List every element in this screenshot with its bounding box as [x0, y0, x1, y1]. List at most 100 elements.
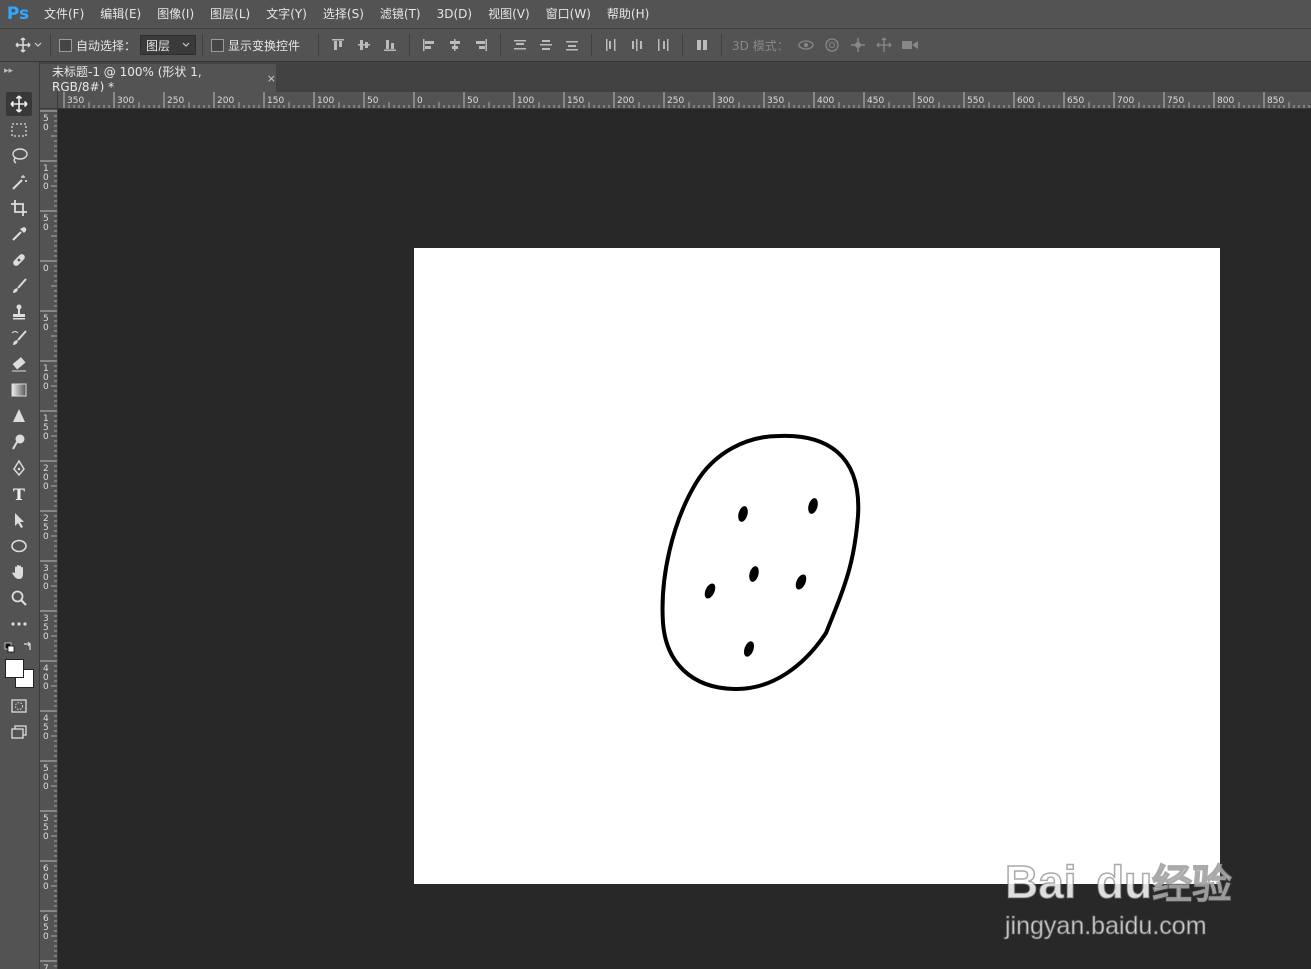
document-tab-bar: 未标题-1 @ 100% (形状 1, RGB/8#) * × [0, 62, 1311, 94]
svg-text:T: T [13, 485, 25, 503]
ruler-label: 700 [1117, 96, 1134, 106]
menu-file[interactable]: 文件(F) [36, 0, 92, 28]
lasso-tool-icon[interactable] [6, 144, 32, 168]
history-brush-tool-icon[interactable] [6, 326, 32, 350]
align-top-icon[interactable] [329, 36, 347, 54]
auto-select-checkbox[interactable] [59, 38, 72, 52]
vertical-ruler[interactable]: 5010050050100150200250300350400450500550… [40, 109, 58, 969]
eraser-tool-icon[interactable] [6, 352, 32, 376]
foreground-color-swatch[interactable] [5, 659, 24, 678]
auto-select-value: 图层 [146, 38, 171, 53]
menu-filter[interactable]: 滤镜(T) [372, 0, 429, 28]
show-transform-checkbox[interactable] [211, 38, 225, 52]
ruler-label: 400 [817, 96, 834, 106]
ruler-label: 0 [43, 932, 49, 942]
document-canvas[interactable] [414, 248, 1220, 884]
more-tools-icon[interactable] [6, 612, 32, 636]
pen-tool-icon[interactable] [6, 456, 32, 480]
options-bar: 自动选择： 图层 显示变换控件 3D 模式： [0, 28, 1311, 62]
panel-grip-icon[interactable]: ▸▸ [4, 66, 13, 76]
ruler-label: 0 [43, 882, 49, 892]
align-left-icon[interactable] [420, 36, 438, 54]
baidu-jingyan-watermark: Bai du 经验 jingyan.baidu.com [1000, 828, 1300, 948]
ruler-label: 0 [43, 632, 49, 642]
distribute-right-icon[interactable] [654, 36, 672, 54]
move-tool-preset-icon[interactable] [14, 36, 44, 54]
auto-select-dropdown[interactable]: 图层 [140, 35, 197, 55]
align-bottom-icon[interactable] [381, 36, 399, 54]
3d-scale-icon[interactable] [901, 36, 919, 54]
default-colors-icon[interactable] [4, 642, 16, 657]
move-tool-icon[interactable] [6, 92, 32, 116]
distribute-top-icon[interactable] [511, 36, 529, 54]
menu-layer[interactable]: 图层(L) [202, 0, 258, 28]
distribute-vcenter-icon[interactable] [537, 36, 555, 54]
menu-edit[interactable]: 编辑(E) [92, 0, 149, 28]
ruler-label: 0 [43, 264, 49, 274]
ruler-label: 0 [43, 182, 49, 192]
distribute-hcenter-icon[interactable] [628, 36, 646, 54]
path-selection-tool-icon[interactable] [6, 508, 32, 532]
menu-window[interactable]: 窗口(W) [538, 0, 599, 28]
dodge-tool-icon[interactable] [6, 430, 32, 454]
3d-slide-icon[interactable] [875, 36, 893, 54]
brush-tool-icon[interactable] [6, 274, 32, 298]
ruler-label: 650 [1067, 96, 1084, 106]
ruler-label: 0 [43, 682, 49, 692]
3d-orbit-icon[interactable] [797, 36, 815, 54]
screen-mode-icon[interactable] [6, 720, 32, 744]
separator [202, 34, 204, 56]
blur-tool-icon[interactable] [6, 404, 32, 428]
hand-tool-icon[interactable] [6, 560, 32, 584]
clone-stamp-tool-icon[interactable] [6, 300, 32, 324]
document-tab[interactable]: 未标题-1 @ 100% (形状 1, RGB/8#) * × [40, 64, 276, 94]
gradient-tool-icon[interactable] [6, 378, 32, 402]
ruler-label: 550 [967, 96, 984, 106]
ruler-label: 0 [43, 832, 49, 842]
eyedropper-tool-icon[interactable] [6, 222, 32, 246]
ruler-label: 100 [317, 96, 334, 106]
menu-3d[interactable]: 3D(D) [429, 0, 480, 28]
magic-wand-tool-icon[interactable] [6, 170, 32, 194]
ruler-label: 350 [767, 96, 784, 106]
menu-type[interactable]: 文字(Y) [258, 0, 315, 28]
ruler-label: 150 [567, 96, 584, 106]
distribute-left-icon[interactable] [602, 36, 620, 54]
auto-align-icon[interactable] [693, 36, 711, 54]
menu-select[interactable]: 选择(S) [315, 0, 372, 28]
potato-outline-shape [660, 433, 861, 692]
quick-mask-icon[interactable] [6, 694, 32, 718]
menu-help[interactable]: 帮助(H) [599, 0, 657, 28]
ruler-label: 350 [67, 96, 84, 106]
distribute-bottom-icon[interactable] [563, 36, 581, 54]
ruler-label: 0 [43, 123, 49, 133]
close-icon[interactable]: × [267, 72, 276, 85]
ruler-label: 7 [43, 964, 49, 969]
crop-tool-icon[interactable] [6, 196, 32, 220]
menu-image[interactable]: 图像(I) [149, 0, 202, 28]
menu-view[interactable]: 视图(V) [480, 0, 538, 28]
align-right-icon[interactable] [472, 36, 490, 54]
align-hcenter-icon[interactable] [446, 36, 464, 54]
ruler-origin[interactable] [40, 92, 58, 109]
marquee-tool-icon[interactable] [6, 118, 32, 142]
separator [50, 34, 51, 56]
potato-eye-3 [749, 566, 759, 582]
horizontal-ruler[interactable]: 350 300 250 200 150 100 50 0 50 100 150 200 250 300 35… [58, 92, 1311, 109]
ruler-label: 0 [43, 532, 49, 542]
ruler-label: 500 [917, 96, 934, 106]
watermark-cn: 经验 [1152, 863, 1232, 907]
separator [409, 34, 411, 56]
3d-roll-icon[interactable] [823, 36, 841, 54]
zoom-tool-icon[interactable] [6, 586, 32, 610]
separator [318, 34, 320, 56]
ellipse-tool-icon[interactable] [6, 534, 32, 558]
3d-pan-icon[interactable] [849, 36, 867, 54]
vertical-ruler-ticks: 5010050050100150200250300350400450500550… [40, 110, 57, 969]
align-vcenter-icon[interactable] [355, 36, 373, 54]
swap-colors-icon[interactable] [22, 641, 34, 656]
ruler-label: 0 [417, 96, 423, 106]
healing-brush-tool-icon[interactable] [6, 248, 32, 272]
auto-select-label: 自动选择： [76, 38, 137, 53]
type-tool-icon[interactable]: T [6, 482, 32, 506]
